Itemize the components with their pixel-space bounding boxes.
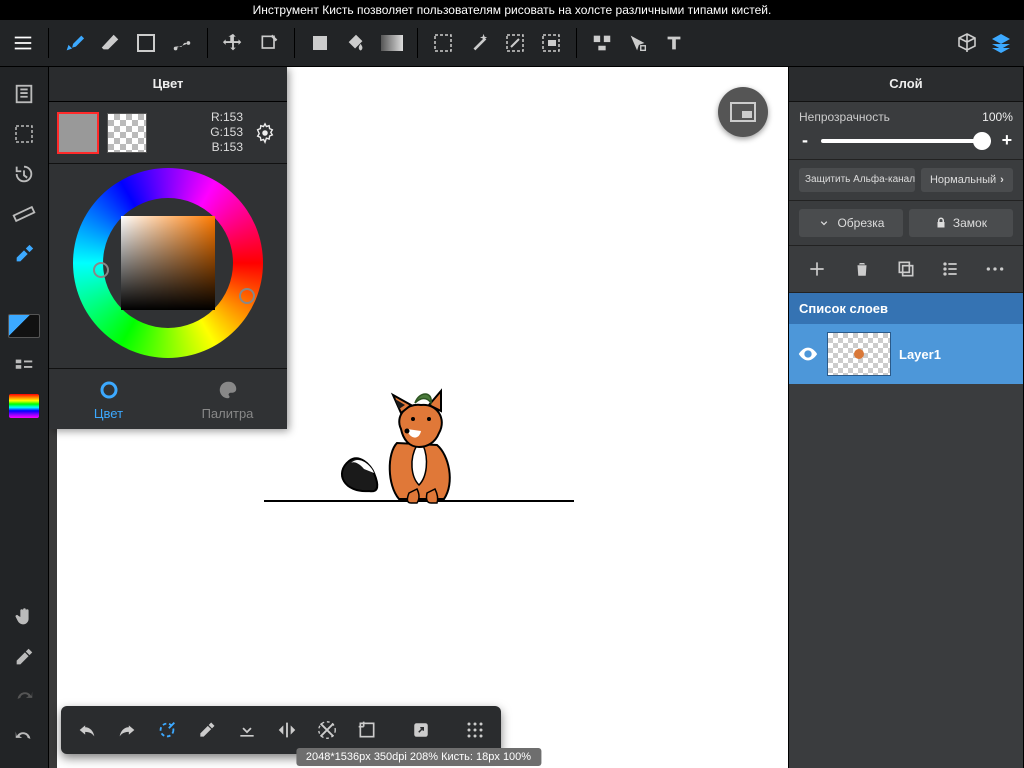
layers-panel: Слой Непрозрачность 100% - + Защитить Ал… xyxy=(788,67,1024,768)
pointer-edit-tool[interactable] xyxy=(621,26,655,60)
opacity-value: 100% xyxy=(982,110,1013,124)
layers-toggle-button[interactable] xyxy=(984,26,1018,60)
selection-panel-button[interactable] xyxy=(7,117,41,151)
3d-view-button[interactable] xyxy=(950,26,984,60)
layer-thumbnail xyxy=(827,332,891,376)
color-tab[interactable]: Цвет xyxy=(49,369,168,429)
lock-layer-button[interactable]: Замок xyxy=(909,209,1013,237)
background-swatch[interactable] xyxy=(107,113,147,153)
eyedropper-button[interactable] xyxy=(7,640,41,674)
crop-button[interactable] xyxy=(347,710,387,750)
layer-more-button[interactable] xyxy=(982,256,1008,282)
bucket-tool[interactable] xyxy=(339,26,373,60)
canvas-area[interactable]: Цвет R:153 G:153 B:153 xyxy=(49,67,788,768)
protect-alpha-button[interactable]: Защитить Альфа-канал xyxy=(799,168,915,192)
redo-button[interactable] xyxy=(107,710,147,750)
opacity-label: Непрозрачность xyxy=(799,110,974,124)
pan-hand-button[interactable] xyxy=(7,600,41,634)
rainbow-palette-button[interactable] xyxy=(7,389,41,423)
canvas-artwork xyxy=(259,373,579,533)
color-panel: Цвет R:153 G:153 B:153 xyxy=(49,67,287,429)
layer-visibility-toggle[interactable] xyxy=(797,343,819,365)
add-layer-button[interactable] xyxy=(804,256,830,282)
text-tool[interactable] xyxy=(657,26,691,60)
color-settings-button[interactable] xyxy=(251,116,279,150)
opacity-slider[interactable] xyxy=(821,139,991,143)
color-wheel[interactable] xyxy=(73,168,263,358)
select-brush-tool[interactable] xyxy=(498,26,532,60)
shape-tool[interactable] xyxy=(129,26,163,60)
rotate-button[interactable] xyxy=(307,710,347,750)
bottom-toolbar xyxy=(61,706,501,754)
reference-panel-button[interactable] xyxy=(7,77,41,111)
gradient-tool[interactable] xyxy=(375,26,409,60)
color-preview-button[interactable] xyxy=(7,309,41,343)
fill-tool[interactable] xyxy=(303,26,337,60)
eyedropper-quick-button[interactable] xyxy=(187,710,227,750)
redo-arrow-button[interactable] xyxy=(7,680,41,714)
rgb-readout: R:153 G:153 B:153 xyxy=(155,110,243,155)
grid-button[interactable] xyxy=(455,710,495,750)
layer-options-button[interactable] xyxy=(937,256,963,282)
status-bar: 2048*1536px 350dpi 208% Кисть: 18px 100% xyxy=(296,748,541,766)
magic-wand-tool[interactable] xyxy=(462,26,496,60)
opacity-increase-button[interactable]: + xyxy=(1001,130,1013,151)
eraser-tool[interactable] xyxy=(93,26,127,60)
history-button[interactable] xyxy=(7,157,41,191)
top-toolbar xyxy=(0,20,1024,67)
layers-list-header: Список слоев xyxy=(789,293,1023,324)
tooltip-hint: Инструмент Кисть позволяет пользователям… xyxy=(0,0,1024,20)
align-tool[interactable] xyxy=(585,26,619,60)
mirror-button[interactable] xyxy=(267,710,307,750)
save-button[interactable] xyxy=(227,710,267,750)
layers-panel-title: Слой xyxy=(789,67,1023,102)
brush-tool[interactable] xyxy=(57,26,91,60)
layer-name-label: Layer1 xyxy=(899,347,941,362)
left-toolbar xyxy=(0,67,49,768)
blend-mode-select[interactable]: Нормальный xyxy=(921,168,1013,192)
brush-cursor-button[interactable] xyxy=(147,710,187,750)
color-panel-title: Цвет xyxy=(49,67,287,102)
move-tool[interactable] xyxy=(216,26,250,60)
duplicate-layer-button[interactable] xyxy=(893,256,919,282)
palette-list-button[interactable] xyxy=(7,349,41,383)
crop-layer-button[interactable]: Обрезка xyxy=(799,209,903,237)
opacity-decrease-button[interactable]: - xyxy=(799,130,811,151)
undo-button[interactable] xyxy=(67,710,107,750)
foreground-swatch[interactable] xyxy=(57,112,99,154)
delete-layer-button[interactable] xyxy=(849,256,875,282)
minimap-button[interactable] xyxy=(718,87,768,137)
smudge-tool[interactable] xyxy=(165,26,199,60)
undo-arrow-button[interactable] xyxy=(7,720,41,754)
menu-button[interactable] xyxy=(6,26,40,60)
fullscreen-button[interactable] xyxy=(401,710,441,750)
palette-tab[interactable]: Палитра xyxy=(168,369,287,429)
marquee-select-tool[interactable] xyxy=(426,26,460,60)
select-erase-tool[interactable] xyxy=(534,26,568,60)
layer-item[interactable]: Layer1 xyxy=(789,324,1023,384)
transform-tool[interactable] xyxy=(252,26,286,60)
ruler-button[interactable] xyxy=(7,197,41,231)
brush-settings-button[interactable] xyxy=(7,237,41,271)
